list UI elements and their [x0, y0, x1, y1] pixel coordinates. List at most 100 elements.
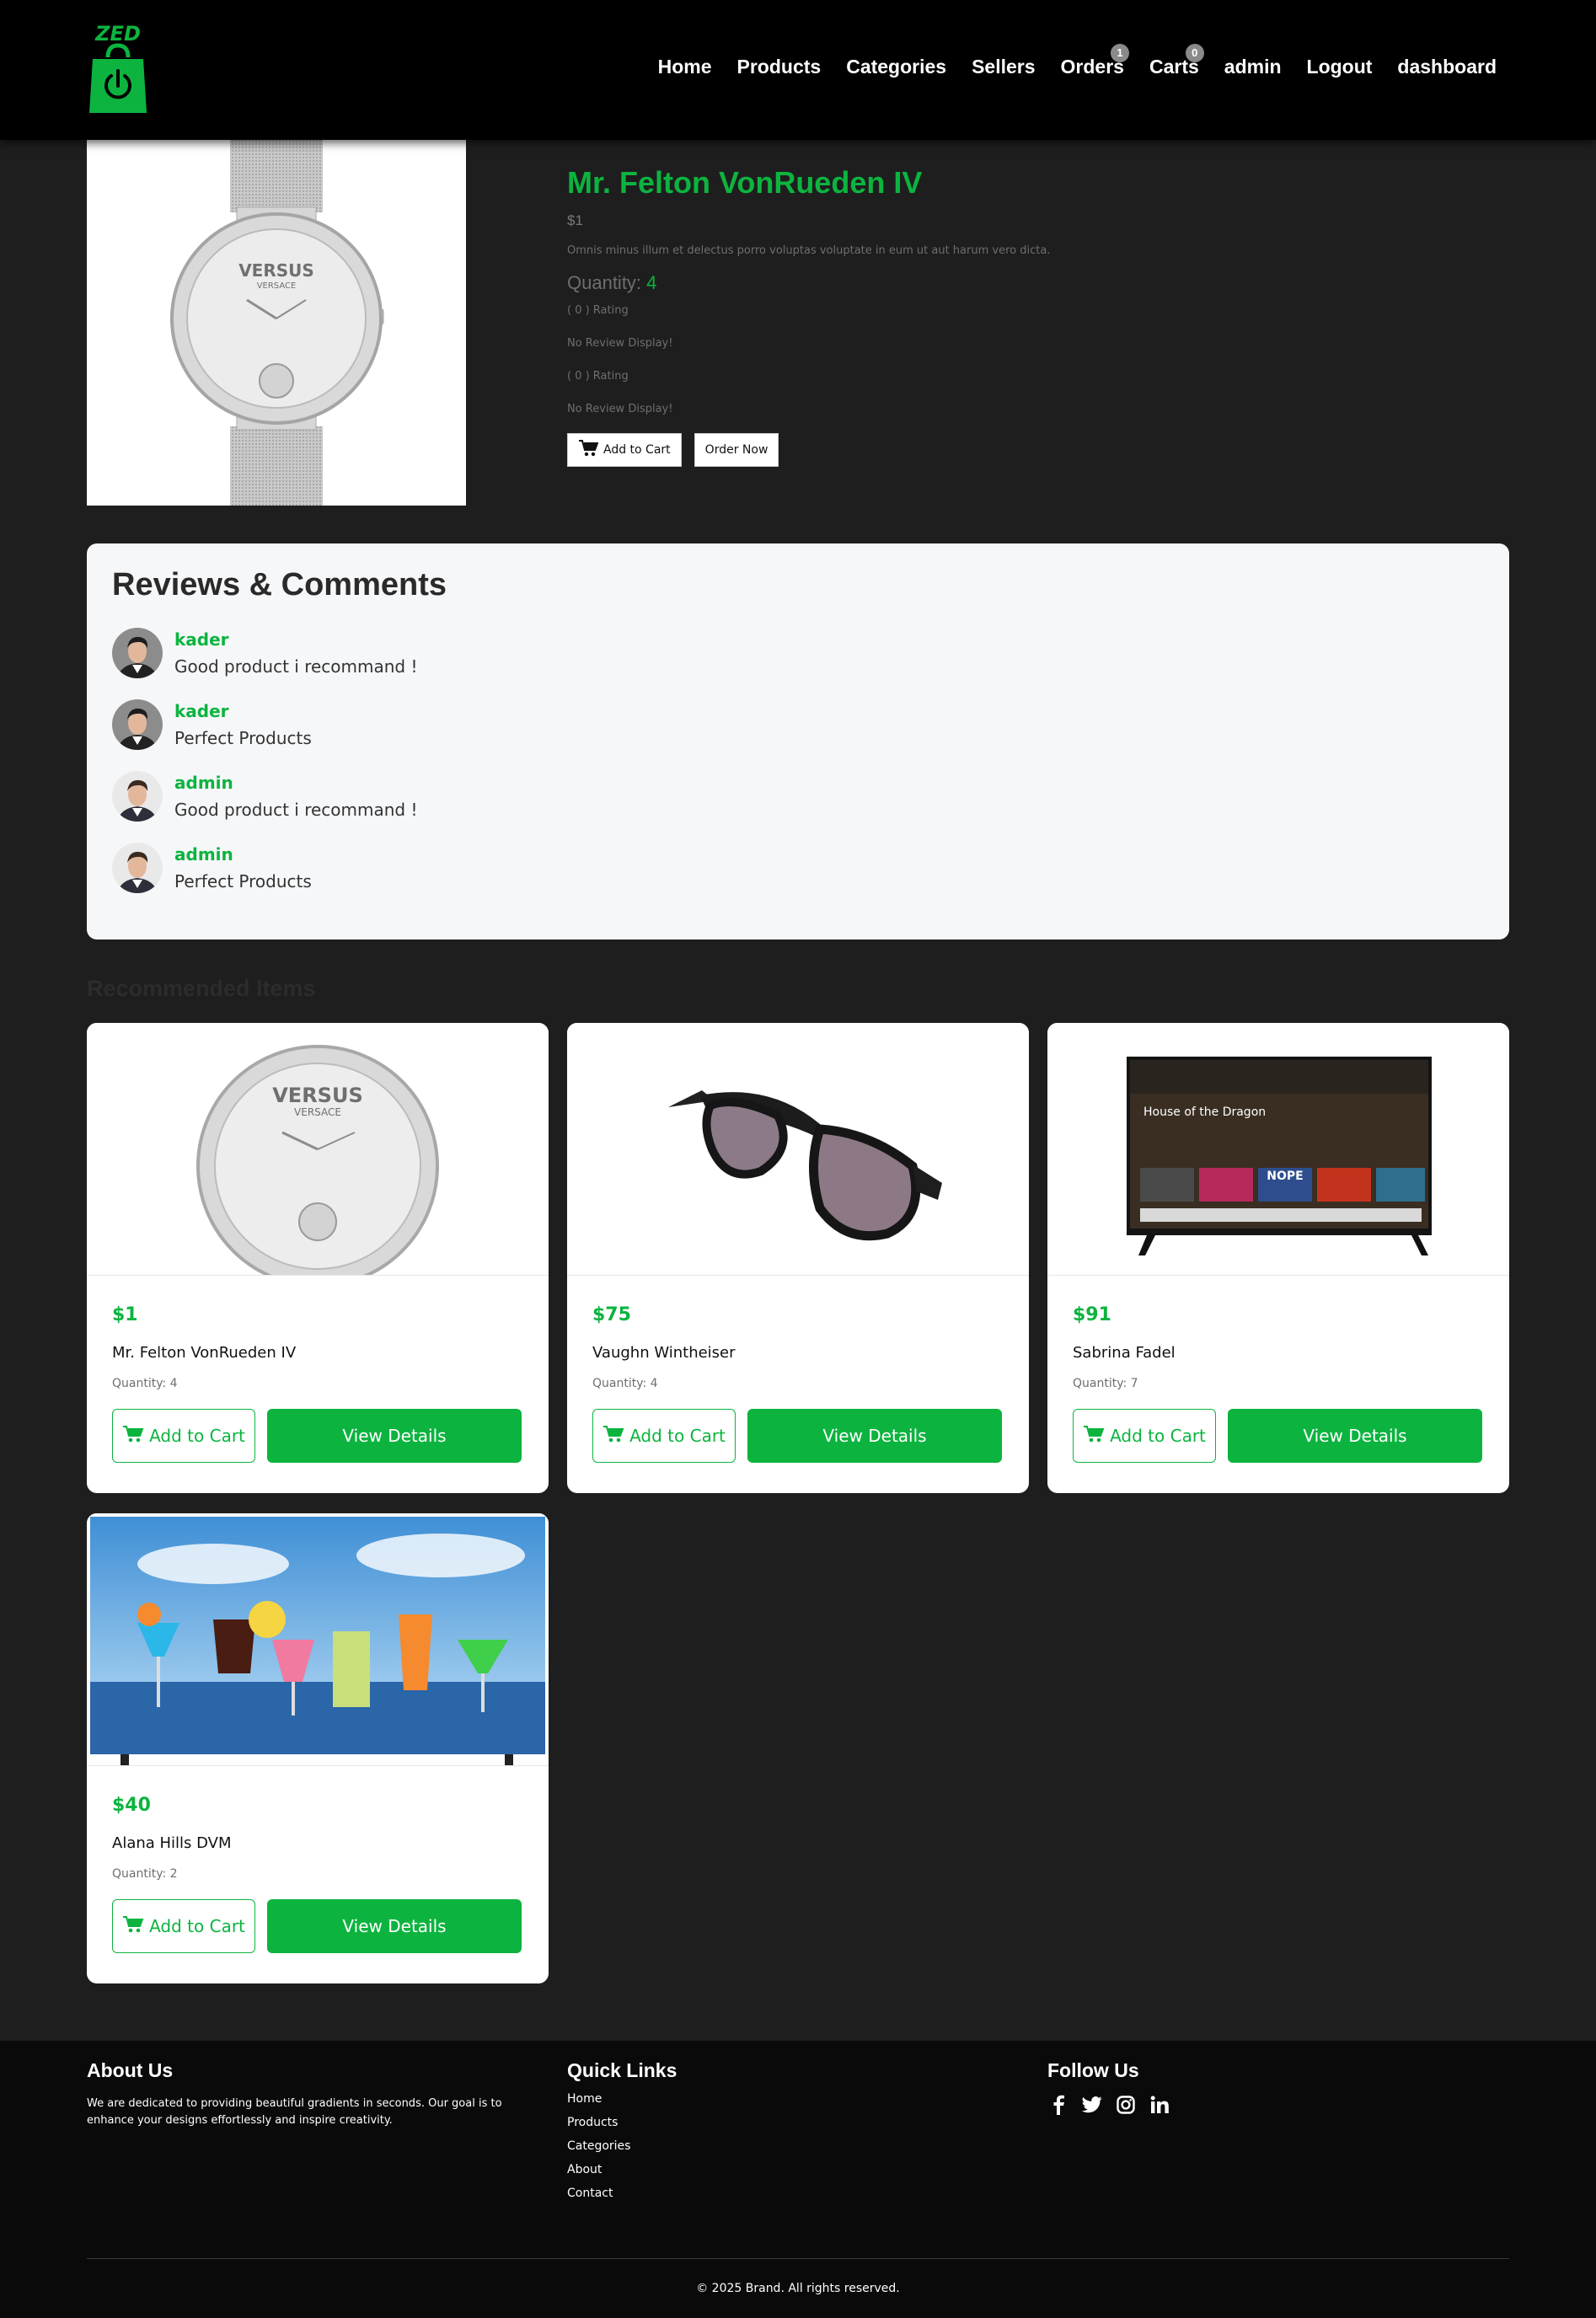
- quantity-label: Quantity:: [567, 272, 647, 293]
- avatar: [112, 628, 163, 678]
- twitter-icon[interactable]: [1081, 2094, 1103, 2116]
- review-user[interactable]: kader: [174, 629, 418, 650]
- product-main-image: VERSUS VERSACE: [87, 126, 466, 506]
- add-to-cart-button[interactable]: Add to Cart: [567, 433, 682, 467]
- card-name: Alana Hills DVM: [112, 1834, 232, 1852]
- card-body: $75 Vaughn Wintheiser Quantity: 4 Add to Ca…: [567, 1304, 1029, 1463]
- product-card: $40 Alana Hills DVM Quantity: 2 Add to Cart…: [87, 1513, 549, 1983]
- nav-products[interactable]: Products: [737, 56, 822, 78]
- footer-about-text: We are dedicated to providing beautiful …: [87, 2097, 502, 2127]
- watch-image[interactable]: VERSUS VERSACE: [87, 1023, 549, 1276]
- nav-home-label: Home: [657, 56, 712, 78]
- product-title: Mr. Felton VonRueden IV: [567, 165, 923, 200]
- card-name: Mr. Felton VonRueden IV: [112, 1344, 297, 1362]
- view-details-button[interactable]: View Details: [747, 1409, 1002, 1463]
- add-to-cart-button[interactable]: Add to Cart: [1073, 1409, 1216, 1463]
- nav-admin-label: admin: [1224, 56, 1282, 78]
- add-to-cart-label: Add to Cart: [149, 1916, 245, 1936]
- add-to-cart-button[interactable]: Add to Cart: [112, 1409, 255, 1463]
- quantity-value: 4: [646, 272, 657, 293]
- card-body: $91 Sabrina Fadel Quantity: 7 Add to Cart Vi…: [1047, 1304, 1509, 1463]
- add-to-cart-label: Add to Cart: [603, 443, 671, 457]
- nav-carts-count-badge: 0: [1185, 44, 1204, 62]
- card-price: $75: [592, 1304, 631, 1325]
- avatar: [112, 843, 163, 893]
- card-body: $1 Mr. Felton VonRueden IV Quantity: 4 Add …: [87, 1304, 549, 1463]
- footer-link-home[interactable]: Home: [567, 2092, 677, 2106]
- nav-carts[interactable]: Carts 0: [1149, 44, 1204, 78]
- view-details-label: View Details: [342, 1426, 447, 1446]
- footer-link-products[interactable]: Products: [567, 2116, 677, 2129]
- brand-logo[interactable]: ZED: [88, 22, 148, 116]
- add-to-cart-button[interactable]: Add to Cart: [112, 1899, 255, 1953]
- view-details-button[interactable]: View Details: [267, 1899, 522, 1953]
- review-content: admin Perfect Products: [174, 843, 312, 893]
- add-to-cart-label: Add to Cart: [1110, 1426, 1206, 1446]
- watch-brand-line2: VERSACE: [294, 1106, 341, 1118]
- nav-links: Home Products Categories Sellers Orders 1 Cart…: [658, 44, 1497, 78]
- nav-dashboard[interactable]: dashboard: [1397, 56, 1497, 78]
- sunglasses-image[interactable]: [567, 1023, 1029, 1276]
- review-user[interactable]: kader: [174, 701, 312, 721]
- card-quantity: Quantity: 4: [592, 1377, 658, 1390]
- nav-dashboard-label: dashboard: [1397, 56, 1497, 78]
- card-name: Sabrina Fadel: [1073, 1344, 1176, 1362]
- card-price: $1: [112, 1304, 138, 1325]
- review-user[interactable]: admin: [174, 773, 418, 793]
- product-quantity: Quantity: 4: [567, 272, 1494, 294]
- footer-follow: Follow Us: [1047, 2059, 1170, 2116]
- footer-quick-links: Quick Links Home Products Categories About C…: [567, 2059, 677, 2210]
- brand-logo-text: ZED: [94, 22, 141, 46]
- reviews-panel: Reviews & Comments kader Good product i r…: [87, 543, 1509, 940]
- copyright: © 2025 Brand. All rights reserved.: [696, 2282, 900, 2295]
- tv-screen-title: House of the Dragon: [1143, 1105, 1266, 1119]
- order-now-button[interactable]: Order Now: [694, 433, 779, 467]
- reviews-title: Reviews & Comments: [112, 567, 447, 602]
- view-details-label: View Details: [342, 1916, 447, 1936]
- add-to-cart-label: Add to Cart: [629, 1426, 726, 1446]
- review-item: kader Perfect Products: [112, 699, 312, 750]
- nav-sellers[interactable]: Sellers: [972, 56, 1035, 78]
- footer-links-title: Quick Links: [567, 2059, 677, 2081]
- footer-link-about[interactable]: About: [567, 2163, 677, 2176]
- product-actions: Add to Cart Order Now: [567, 433, 779, 467]
- card-name: Vaughn Wintheiser: [592, 1344, 736, 1362]
- product-card: VERSUS VERSACE $1 Mr. Felton VonRueden IV Qu…: [87, 1023, 549, 1493]
- footer-link-categories[interactable]: Categories: [567, 2139, 677, 2153]
- add-to-cart-button[interactable]: Add to Cart: [592, 1409, 736, 1463]
- nav-home[interactable]: Home: [658, 56, 712, 78]
- card-actions: Add to Cart View Details: [112, 1409, 523, 1463]
- card-price: $40: [112, 1795, 151, 1816]
- card-quantity: Quantity: 4: [112, 1377, 178, 1390]
- cocktails-image[interactable]: [87, 1513, 549, 1766]
- facebook-icon[interactable]: [1047, 2094, 1069, 2116]
- cart-icon: [122, 1425, 144, 1448]
- review-user[interactable]: admin: [174, 844, 312, 865]
- product-description: Omnis minus illum et delectus porro volu…: [567, 244, 1051, 257]
- navbar: ZED Home Products Categories Sellers Orders 1…: [0, 0, 1596, 140]
- nav-logout[interactable]: Logout: [1307, 56, 1373, 78]
- review-text: Good product i recommand !: [174, 656, 418, 677]
- cart-icon: [603, 1425, 624, 1448]
- product-detail: Mr. Felton VonRueden IV $1 Omnis minus i…: [567, 165, 1494, 415]
- nav-categories-label: Categories: [846, 56, 947, 78]
- linkedin-icon[interactable]: [1149, 2094, 1170, 2116]
- nav-logout-label: Logout: [1306, 56, 1373, 78]
- nav-products-label: Products: [736, 56, 822, 78]
- nav-orders[interactable]: Orders 1: [1061, 44, 1129, 78]
- tv-screen-tile: NOPE: [1267, 1170, 1303, 1183]
- footer-link-contact[interactable]: Contact: [567, 2187, 677, 2200]
- footer-follow-title: Follow Us: [1047, 2059, 1139, 2081]
- product-card: $75 Vaughn Wintheiser Quantity: 4 Add to Ca…: [567, 1023, 1029, 1493]
- card-price: $91: [1073, 1304, 1111, 1325]
- nav-categories[interactable]: Categories: [846, 56, 946, 78]
- rating-text: ( 0 ) Rating: [567, 304, 629, 317]
- card-body: $40 Alana Hills DVM Quantity: 2 Add to Cart…: [87, 1795, 549, 1953]
- instagram-icon[interactable]: [1115, 2094, 1137, 2116]
- review-item: admin Perfect Products: [112, 843, 312, 893]
- card-actions: Add to Cart View Details: [592, 1409, 1004, 1463]
- nav-admin[interactable]: admin: [1224, 56, 1282, 78]
- view-details-button[interactable]: View Details: [267, 1409, 522, 1463]
- tv-image[interactable]: House of the Dragon NOPE: [1047, 1023, 1509, 1276]
- view-details-button[interactable]: View Details: [1228, 1409, 1482, 1463]
